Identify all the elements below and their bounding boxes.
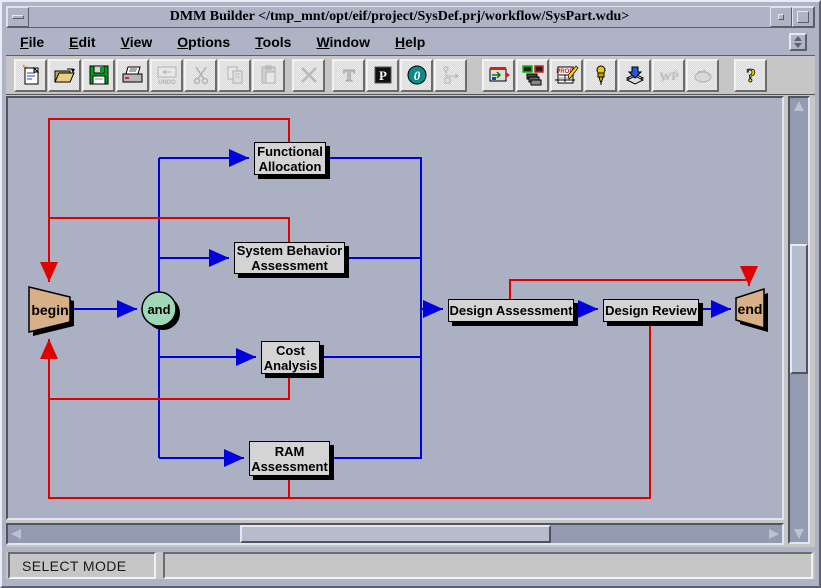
help-icon: ? bbox=[740, 64, 762, 86]
status-message bbox=[163, 552, 813, 579]
text-tool-button: T bbox=[332, 59, 365, 92]
instance-copy-icon bbox=[521, 64, 545, 86]
import-button[interactable] bbox=[618, 59, 651, 92]
cut-button bbox=[184, 59, 217, 92]
paste-icon bbox=[258, 64, 280, 86]
toolbar: UNDO bbox=[6, 56, 815, 95]
word-processor-icon: WP bbox=[657, 64, 681, 86]
menu-options[interactable]: Options bbox=[177, 34, 230, 50]
svg-text:?: ? bbox=[746, 65, 756, 86]
pan-tool-button bbox=[686, 59, 719, 92]
spin-down-icon bbox=[794, 43, 802, 48]
cut-icon bbox=[190, 64, 212, 86]
minimize-button[interactable] bbox=[770, 7, 792, 27]
vertical-scrollbar[interactable] bbox=[788, 96, 810, 544]
save-file-button[interactable] bbox=[82, 59, 115, 92]
save-file-icon bbox=[88, 64, 110, 86]
menu-help[interactable]: Help bbox=[395, 34, 425, 50]
dmm-builder-window: DMM Builder </tmp_mnt/opt/eif/project/Sy… bbox=[0, 0, 821, 588]
window-menu-button[interactable] bbox=[7, 7, 29, 27]
new-file-icon bbox=[20, 64, 42, 86]
feedback-design-assessment-to-end[interactable] bbox=[510, 280, 749, 299]
print-icon bbox=[121, 64, 145, 86]
feedback-system-behavior-to-begin[interactable] bbox=[49, 218, 289, 242]
titlebar: DMM Builder </tmp_mnt/opt/eif/project/Sy… bbox=[6, 6, 815, 28]
p-tool-button[interactable]: P bbox=[366, 59, 399, 92]
horizontal-scrollbar-thumb[interactable] bbox=[240, 525, 551, 543]
word-processor-button: WP bbox=[652, 59, 685, 92]
spin-up-icon bbox=[794, 36, 802, 41]
delete-icon bbox=[298, 64, 320, 86]
task-cost-analysis[interactable]: Cost Analysis bbox=[261, 341, 320, 374]
undo-icon: UNDO bbox=[155, 64, 179, 86]
and-node[interactable] bbox=[142, 292, 176, 326]
text-tool-icon: T bbox=[338, 64, 360, 86]
menubar: File Edit View Options Tools Window Help bbox=[6, 28, 815, 56]
scroll-right-arrow[interactable] bbox=[769, 529, 779, 539]
pin-note-button[interactable] bbox=[584, 59, 617, 92]
zero-tool-icon: 0 bbox=[406, 64, 428, 86]
feedback-cost-analysis-to-begin[interactable] bbox=[49, 339, 289, 399]
menu-edit[interactable]: Edit bbox=[69, 34, 95, 50]
maximize-button[interactable] bbox=[792, 7, 814, 27]
probability-editor-icon: PROB bbox=[555, 64, 579, 86]
menu-tools[interactable]: Tools bbox=[255, 34, 291, 50]
svg-text:P: P bbox=[379, 68, 387, 83]
import-icon bbox=[623, 64, 647, 86]
task-functional-allocation[interactable]: Functional Allocation bbox=[254, 142, 326, 175]
scroll-left-arrow[interactable] bbox=[11, 529, 21, 539]
window-title: DMM Builder </tmp_mnt/opt/eif/project/Sy… bbox=[29, 7, 770, 27]
svg-text:T: T bbox=[343, 66, 355, 85]
task-design-review[interactable]: Design Review bbox=[603, 299, 699, 322]
task-design-assessment[interactable]: Design Assessment bbox=[448, 299, 574, 322]
minimize-icon bbox=[778, 14, 784, 20]
help-button[interactable]: ? bbox=[734, 59, 767, 92]
pin-note-icon bbox=[590, 64, 612, 86]
task-ram-assessment[interactable]: RAM Assessment bbox=[249, 441, 330, 476]
open-file-button[interactable] bbox=[48, 59, 81, 92]
menu-window[interactable]: Window bbox=[316, 34, 370, 50]
menubar-spin-control[interactable] bbox=[789, 33, 807, 51]
scroll-up-arrow[interactable] bbox=[794, 101, 804, 111]
copy-button bbox=[218, 59, 251, 92]
print-button[interactable] bbox=[116, 59, 149, 92]
open-file-icon bbox=[53, 64, 77, 86]
workarea: begin and end Functional Allocation Syst… bbox=[6, 95, 815, 547]
zero-tool-button[interactable]: 0 bbox=[400, 59, 433, 92]
module-editor-button[interactable] bbox=[482, 59, 515, 92]
copy-icon bbox=[224, 64, 246, 86]
workflow-canvas[interactable]: begin and end Functional Allocation Syst… bbox=[6, 96, 784, 520]
delete-button bbox=[292, 59, 325, 92]
undo-button: UNDO bbox=[150, 59, 183, 92]
new-file-button[interactable] bbox=[14, 59, 47, 92]
mode-indicator: SELECT MODE bbox=[8, 552, 156, 579]
feedback-design-review-to-begin[interactable] bbox=[49, 322, 650, 498]
probability-editor-button[interactable]: PROB bbox=[550, 59, 583, 92]
pan-tool-icon bbox=[691, 64, 715, 86]
connector-tool-icon bbox=[440, 64, 462, 86]
svg-text:UNDO: UNDO bbox=[158, 80, 176, 86]
svg-text:0: 0 bbox=[413, 68, 420, 83]
horizontal-scrollbar[interactable] bbox=[6, 523, 784, 545]
scroll-down-arrow[interactable] bbox=[794, 529, 804, 539]
window-menu-icon bbox=[12, 15, 24, 19]
menu-view[interactable]: View bbox=[121, 34, 153, 50]
task-system-behavior-assessment[interactable]: System Behavior Assessment bbox=[234, 242, 345, 274]
maximize-icon bbox=[797, 11, 809, 23]
p-tool-icon: P bbox=[372, 64, 394, 86]
module-editor-icon bbox=[487, 64, 511, 86]
statusbar: SELECT MODE bbox=[6, 552, 815, 579]
vertical-scrollbar-thumb[interactable] bbox=[790, 244, 808, 374]
instance-copy-button[interactable] bbox=[516, 59, 549, 92]
connector-tool-button bbox=[434, 59, 467, 92]
paste-button bbox=[252, 59, 285, 92]
menu-file[interactable]: File bbox=[20, 34, 44, 50]
